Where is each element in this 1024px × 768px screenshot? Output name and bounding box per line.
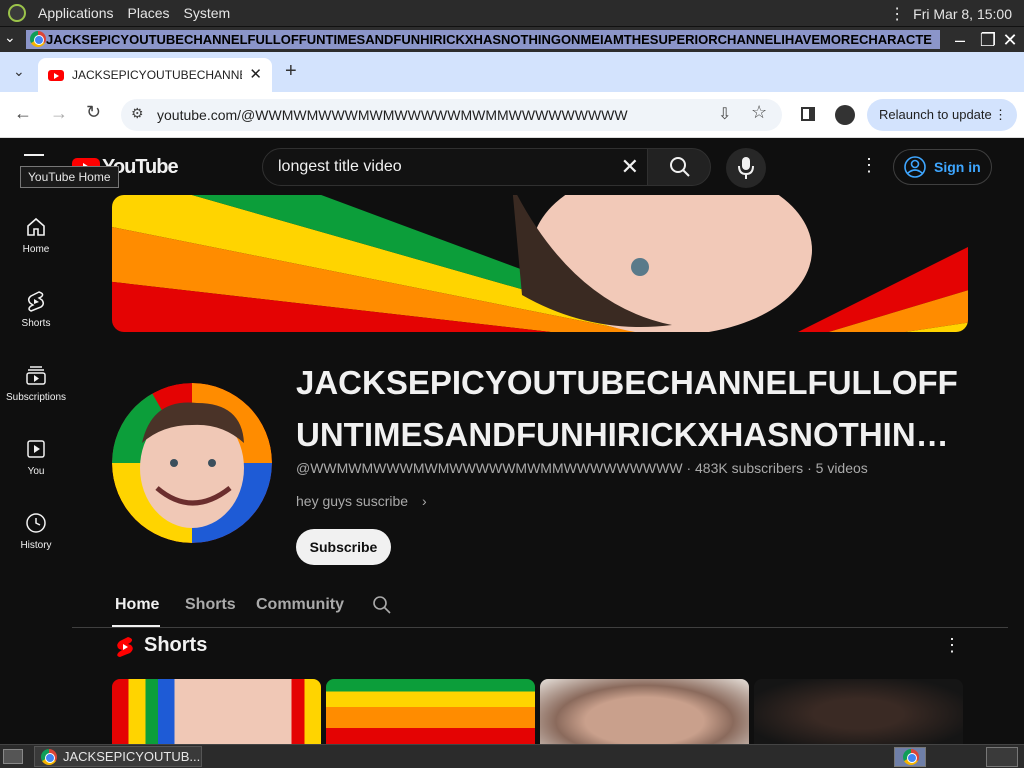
tooltip: YouTube Home bbox=[20, 166, 119, 188]
side-panel-icon[interactable] bbox=[801, 107, 815, 121]
description-text: hey guys suscribe bbox=[296, 493, 409, 509]
places-menu[interactable]: Places bbox=[128, 5, 170, 21]
history-icon bbox=[26, 513, 46, 533]
top-panel: Applications Places System ⋮ Fri Mar 8, … bbox=[0, 0, 1024, 26]
short-thumbnail[interactable] bbox=[112, 679, 321, 744]
back-icon[interactable]: ← bbox=[14, 103, 32, 124]
you-icon bbox=[27, 440, 45, 458]
youtube-page: YouTube YouTube Home longest title video… bbox=[0, 138, 1024, 744]
meta-separator: · bbox=[807, 460, 816, 476]
nav-you[interactable]: You bbox=[0, 438, 72, 477]
tab-community[interactable]: Community bbox=[256, 596, 344, 614]
tab-home[interactable]: Home bbox=[115, 596, 159, 614]
subscriptions-icon bbox=[26, 366, 46, 385]
shorts-heading: Shorts bbox=[144, 634, 208, 656]
channel-meta: @WWMWMWWWMWMWWWWWMWMMWWWWWWWWW · 483K su… bbox=[296, 460, 868, 476]
browser-toolbar: ← → ↻ ⚙ youtube.com/@WWMWMWWWMWMWWWWWMWM… bbox=[0, 92, 1024, 138]
tab-title: JACKSEPICYOUTUBECHANNELFULLOFFUNTIMESAND… bbox=[72, 68, 242, 82]
relaunch-button[interactable]: Relaunch to update ⋮ bbox=[867, 99, 1017, 131]
profile-avatar-icon[interactable] bbox=[835, 105, 855, 125]
maximize-icon[interactable]: ❐ bbox=[977, 29, 999, 51]
subscriber-count: 483K subscribers bbox=[695, 460, 804, 476]
channel-handle: @WWMWMWWWMWMWWWWWMWMMWWWWWWWWW bbox=[296, 460, 683, 476]
site-info-icon[interactable]: ⚙ bbox=[131, 105, 144, 122]
relaunch-menu-icon[interactable]: ⋮ bbox=[994, 99, 1007, 131]
window-titlebar: ⌄ JACKSEPICYOUTUBECHANNELFULLOFFUNTIMESA… bbox=[0, 26, 1024, 52]
microphone-icon bbox=[738, 157, 754, 179]
show-desktop-icon[interactable] bbox=[3, 749, 23, 764]
voice-search-button[interactable] bbox=[726, 148, 766, 188]
nav-shorts[interactable]: Shorts bbox=[0, 290, 72, 329]
nav-shorts-label: Shorts bbox=[21, 318, 51, 329]
new-tab-icon[interactable]: + bbox=[285, 60, 297, 83]
tab-divider bbox=[72, 627, 1008, 628]
install-app-icon[interactable]: ⇩ bbox=[718, 104, 731, 124]
channel-banner bbox=[112, 195, 968, 332]
nav-home[interactable]: Home bbox=[0, 216, 72, 255]
address-bar[interactable]: ⚙ youtube.com/@WWMWMWWWMWMWWWWWMWMMWWWWW… bbox=[121, 99, 782, 131]
short-thumbnail[interactable] bbox=[540, 679, 749, 744]
video-count: 5 videos bbox=[815, 460, 868, 476]
shorts-kebab-icon[interactable]: ⋮ bbox=[943, 635, 961, 656]
nav-subscriptions[interactable]: Subscriptions bbox=[0, 364, 72, 403]
nav-you-label: You bbox=[27, 466, 45, 477]
taskbar: JACKSEPICYOUTUB... bbox=[0, 744, 1024, 768]
banner-image bbox=[112, 195, 968, 332]
shorts-icon bbox=[27, 291, 45, 312]
nav-home-label: Home bbox=[22, 244, 50, 255]
minimize-icon[interactable]: – bbox=[949, 29, 971, 51]
workspace-switcher-empty[interactable] bbox=[986, 747, 1018, 767]
workspace-switcher[interactable] bbox=[894, 747, 926, 767]
channel-avatar bbox=[112, 383, 272, 543]
system-menu[interactable]: System bbox=[184, 5, 231, 21]
search-icon bbox=[670, 157, 690, 177]
sign-in-button[interactable]: Sign in bbox=[893, 149, 992, 185]
short-thumbnail[interactable] bbox=[326, 679, 535, 744]
reload-icon[interactable]: ↻ bbox=[86, 102, 101, 123]
window-menu-chevron-icon[interactable]: ⌄ bbox=[4, 29, 16, 46]
nav-subscriptions-label: Subscriptions bbox=[5, 392, 67, 403]
youtube-favicon-icon bbox=[48, 70, 64, 81]
meta-separator: · bbox=[686, 460, 696, 476]
window-title: JACKSEPICYOUTUBECHANNELFULLOFFUNTIMESAND… bbox=[26, 30, 940, 49]
close-window-icon[interactable]: ✕ bbox=[999, 29, 1021, 51]
channel-description[interactable]: hey guys suscribe › bbox=[296, 493, 427, 509]
applications-menu[interactable]: Applications bbox=[38, 5, 114, 21]
tab-shorts[interactable]: Shorts bbox=[185, 596, 236, 614]
taskbar-window-button[interactable]: JACKSEPICYOUTUB... bbox=[34, 746, 202, 767]
nav-history-label: History bbox=[20, 540, 52, 551]
tab-youtube-channel[interactable]: JACKSEPICYOUTUBECHANNELFULLOFFUNTIMESAND… bbox=[38, 58, 272, 92]
taskbar-window-label: JACKSEPICYOUTUB... bbox=[63, 749, 201, 764]
tab-strip: ⌄ JACKSEPICYOUTUBECHANNELFULLOFFUNTIMESA… bbox=[0, 52, 1024, 92]
forward-icon[interactable]: → bbox=[50, 103, 68, 124]
search-input[interactable]: longest title video ✕ bbox=[262, 148, 648, 186]
chrome-icon bbox=[41, 749, 57, 765]
search-value: longest title video bbox=[278, 158, 402, 175]
sign-in-label: Sign in bbox=[934, 159, 981, 175]
panel-kebab-icon[interactable]: ⋮ bbox=[889, 4, 905, 24]
clear-search-icon[interactable]: ✕ bbox=[621, 149, 639, 185]
relaunch-label: Relaunch to update bbox=[879, 107, 992, 122]
url-text: youtube.com/@WWMWMWWWMWMWWWWWMWMMWWWWWWW… bbox=[157, 107, 628, 123]
bookmark-star-icon[interactable]: ☆ bbox=[751, 102, 767, 123]
account-circle-icon bbox=[904, 156, 926, 178]
settings-kebab-icon[interactable]: ⋮ bbox=[860, 155, 878, 176]
chevron-right-icon: › bbox=[421, 493, 427, 509]
avatar-image bbox=[112, 383, 272, 543]
nav-history[interactable]: History bbox=[0, 512, 72, 551]
short-thumbnail[interactable] bbox=[754, 679, 963, 744]
chrome-icon bbox=[30, 31, 46, 47]
subscribe-button[interactable]: Subscribe bbox=[296, 529, 391, 565]
channel-title: JACKSEPICYOUTUBECHANNELFULLOFFUNTIMESAND… bbox=[296, 364, 958, 453]
distro-logo-icon[interactable] bbox=[8, 4, 26, 22]
chrome-icon bbox=[903, 749, 919, 765]
tab-search-icon[interactable]: ⌄ bbox=[13, 63, 25, 80]
shorts-logo-icon bbox=[117, 637, 133, 657]
search-button[interactable] bbox=[647, 148, 711, 186]
close-tab-icon[interactable]: ✕ bbox=[249, 65, 262, 83]
channel-search-icon[interactable] bbox=[372, 595, 392, 615]
clock[interactable]: Fri Mar 8, 15:00 bbox=[913, 6, 1012, 22]
home-icon bbox=[27, 217, 45, 236]
